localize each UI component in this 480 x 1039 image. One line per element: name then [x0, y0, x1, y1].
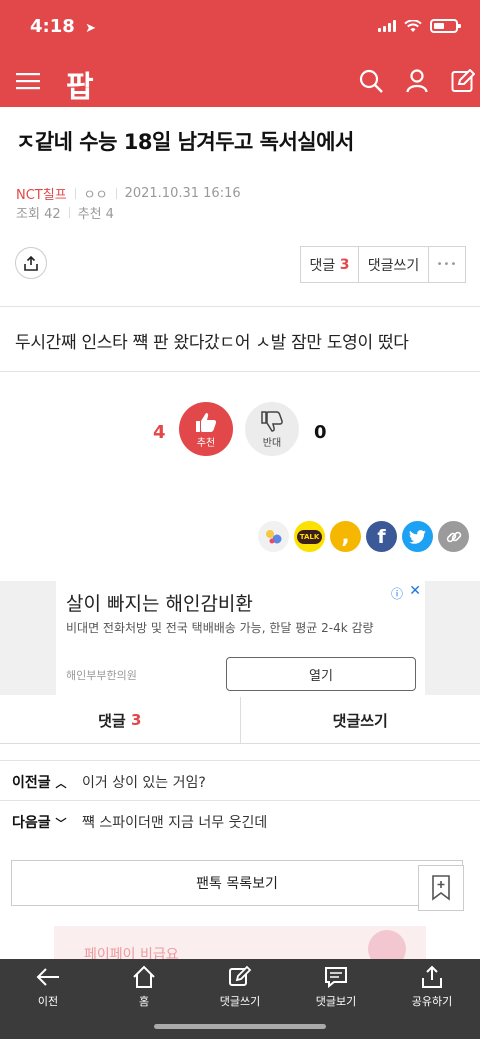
downvote-count: 0: [314, 422, 327, 443]
upvote-count: 4: [153, 422, 166, 443]
cellular-signal-icon: [378, 20, 396, 32]
status-bar: 4:18 ➤: [0, 0, 480, 56]
post-datetime: 2021.10.31 16:16: [124, 186, 241, 201]
share-icon: [24, 255, 38, 271]
chat-icon: [325, 967, 347, 989]
kakaotalk-share-icon[interactable]: TALK: [294, 521, 325, 552]
ad-description: 비대면 전화처방 및 전국 택배배송 가능, 한달 평균 2-4k 감량: [66, 621, 374, 635]
nav-write-label: 댓글쓰기: [219, 995, 261, 1008]
bookmark-button[interactable]: [418, 865, 464, 911]
oppose-label: 반대: [262, 437, 282, 449]
twitter-share-icon[interactable]: [402, 521, 433, 552]
post-title: ㅈ같네 수능 18일 남겨두고 독서실에서: [16, 130, 354, 154]
battery-icon: [430, 19, 461, 33]
divider: [0, 371, 480, 372]
chevron-up-icon: ︿: [55, 777, 67, 790]
facebook-share-icon[interactable]: f: [366, 521, 397, 552]
ad-banner[interactable]: 살이 빠지는 해인감비환 비대면 전화처방 및 전국 택배배송 가능, 한달 평…: [56, 581, 425, 695]
home-indicator: [154, 1024, 326, 1029]
author-tag: ㅇㅇ: [83, 188, 108, 203]
write-icon[interactable]: [448, 66, 478, 96]
pencil-icon: [229, 965, 252, 986]
copy-link-icon[interactable]: [438, 521, 469, 552]
nav-view-label: 댓글보기: [315, 995, 357, 1008]
ad-title[interactable]: 살이 빠지는 해인감비환: [66, 589, 253, 616]
nav-back-label: 이전: [37, 995, 59, 1008]
search-icon[interactable]: [356, 66, 386, 96]
nav-share-label: 공유하기: [411, 995, 453, 1008]
thumbs-down-icon: [261, 410, 283, 432]
divider: [0, 800, 480, 801]
app-header: 팝: [0, 56, 480, 107]
comment-actions: 댓글 3 댓글쓰기 •••: [300, 246, 466, 283]
home-icon: [133, 965, 155, 988]
arrow-left-icon: [36, 968, 59, 986]
tab-write-comment[interactable]: 댓글쓰기: [241, 697, 480, 743]
next-title: 쨱 스파이더맨 지금 너무 웃긴데: [82, 815, 268, 831]
ad-info-icon[interactable]: ⓘ: [391, 585, 403, 602]
kakao-quote-share-icon[interactable]: ,: [330, 521, 361, 552]
divider: [0, 760, 480, 761]
ad-close-icon[interactable]: ✕: [409, 583, 421, 599]
share-button[interactable]: [15, 247, 47, 279]
oppose-button[interactable]: 반대: [245, 402, 299, 456]
recommend-count: 추천 4: [77, 207, 114, 222]
divider: [74, 188, 76, 199]
post-stats: 조회 42 추천 4: [16, 203, 114, 222]
prev-label: 이전글 ︿: [12, 775, 67, 791]
write-comment-button[interactable]: 댓글쓰기: [359, 247, 429, 282]
comment-count-button[interactable]: 댓글 3: [301, 247, 359, 282]
next-label: 다음글 ﹀: [12, 815, 67, 831]
status-indicators: [378, 19, 461, 33]
ad-advertiser: 해인부부한의원: [66, 669, 137, 682]
post-meta: NCT칠프 ㅇㅇ 2021.10.31 16:16: [16, 184, 241, 203]
nav-home-label: 홈: [138, 995, 150, 1008]
location-arrow-icon: ➤: [85, 21, 96, 36]
banner-image: [368, 930, 406, 959]
chevron-down-icon: ﹀: [55, 817, 67, 830]
kakao-story-share-icon[interactable]: [258, 521, 289, 552]
divider: [115, 188, 117, 199]
author-name[interactable]: NCT칠프: [16, 184, 67, 203]
comment-tabs: 댓글 3 댓글쓰기: [0, 697, 480, 744]
prev-title: 이거 상이 있는 거임?: [82, 775, 206, 791]
recommend-label: 추천: [196, 437, 216, 449]
share-icon: [422, 965, 442, 988]
menu-icon[interactable]: [13, 66, 43, 96]
list-view-button[interactable]: 팬톡 목록보기: [11, 860, 463, 906]
ad-open-button[interactable]: 열기: [226, 657, 416, 691]
prev-post-link[interactable]: 이전글 ︿ 이거 상이 있는 거임?: [12, 772, 206, 792]
clock-text: 4:18: [30, 16, 75, 37]
user-icon[interactable]: [402, 66, 432, 96]
recommend-button[interactable]: 추천: [179, 402, 233, 456]
post-body: 두시간째 인스타 쨱 판 왔다갔ㄷ어 ㅅ발 잠만 도영이 떴다: [15, 333, 409, 353]
thumbs-up-icon: [196, 412, 217, 432]
banner-text: 페이페이 비급요: [84, 947, 179, 959]
page: 4:18 ➤ 팝 ㅈ같네 수능 18일 남겨두고 독서실에서 NCT칠프 ㅇㅇ …: [0, 0, 480, 1039]
tab-comments[interactable]: 댓글 3: [0, 697, 241, 743]
status-time: 4:18 ➤: [30, 16, 96, 37]
pann-logo[interactable]: 팝: [66, 62, 94, 106]
wifi-icon: [404, 19, 422, 32]
bookmark-add-icon: [432, 875, 450, 901]
more-button[interactable]: •••: [429, 247, 465, 282]
nav-share[interactable]: 공유하기: [384, 959, 480, 1039]
divider: [0, 306, 480, 307]
nav-back[interactable]: 이전: [0, 959, 96, 1039]
recommend-banner[interactable]: 페이페이 비급요: [54, 926, 426, 959]
view-count: 조회 42: [16, 207, 61, 222]
divider: [68, 207, 70, 218]
next-post-link[interactable]: 다음글 ﹀ 쨱 스파이더맨 지금 너무 웃긴데: [12, 812, 267, 832]
